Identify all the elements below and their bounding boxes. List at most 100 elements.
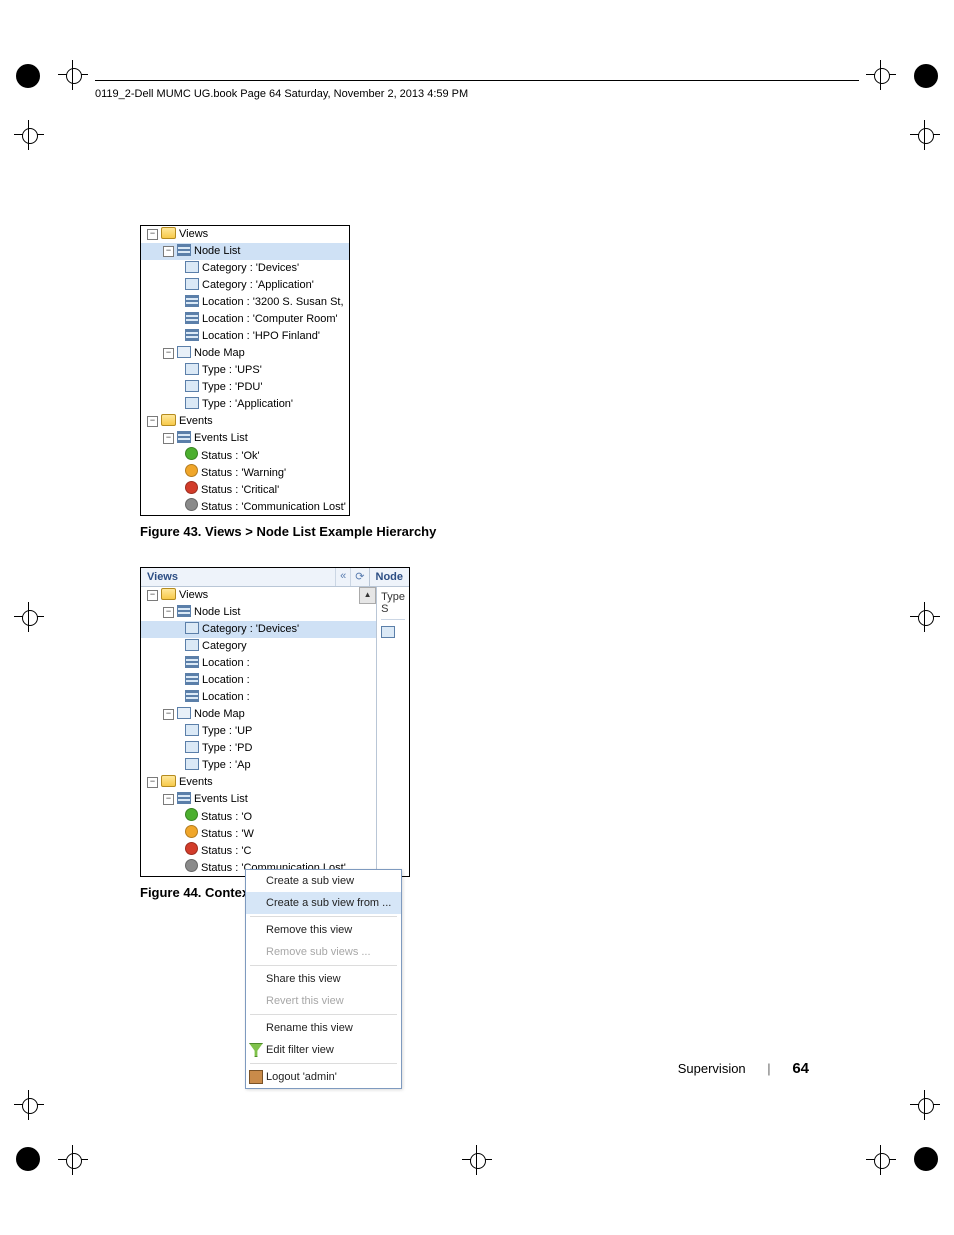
tree-item[interactable]: Status : 'O <box>141 808 376 825</box>
tree-item[interactable]: Location : 'HPO Finland' <box>141 328 349 345</box>
tree-item[interactable]: Location : <box>141 672 376 689</box>
tree-item-events[interactable]: −Events <box>141 774 376 791</box>
status-critical-icon <box>185 481 198 494</box>
menu-rename-this-view[interactable]: Rename this view <box>246 1017 401 1039</box>
registration-target <box>866 60 896 90</box>
tree-item[interactable]: Type : 'PDU' <box>141 379 349 396</box>
context-menu: Create a sub view Create a sub view from… <box>245 869 402 1089</box>
status-warning-icon <box>185 825 198 838</box>
tree-item[interactable]: Category : 'Devices' <box>141 260 349 277</box>
panel-title-node: Node <box>369 568 410 586</box>
menu-create-sub-view-from[interactable]: Create a sub view from ... <box>246 892 401 914</box>
panel-title-views: Views <box>141 568 335 586</box>
collapse-icon[interactable]: − <box>163 607 174 618</box>
collapse-icon[interactable]: − <box>163 348 174 359</box>
tree-item[interactable]: Location : 'Computer Room' <box>141 311 349 328</box>
tree-item[interactable]: Status : 'Ok' <box>141 447 349 464</box>
tree-item[interactable]: Type : 'Application' <box>141 396 349 413</box>
tree-item[interactable]: Status : 'Critical' <box>141 481 349 498</box>
tree-item-node-map[interactable]: −Node Map <box>141 345 349 362</box>
location-icon <box>185 329 199 341</box>
book-header: 0119_2-Dell MUMC UG.book Page 64 Saturda… <box>95 88 468 100</box>
tree-item-events-list[interactable]: −Events List <box>141 791 376 808</box>
tree-item-views[interactable]: −Views <box>141 226 349 243</box>
menu-revert-this-view: Revert this view <box>246 990 401 1012</box>
category-icon <box>185 278 199 290</box>
location-icon <box>185 312 199 324</box>
list-icon <box>177 605 191 617</box>
tree-item[interactable]: Status : 'C <box>141 842 376 859</box>
tree-item[interactable]: Type : 'PD <box>141 740 376 757</box>
list-icon <box>177 431 191 443</box>
tree-item-node-map[interactable]: −Node Map <box>141 706 376 723</box>
collapse-icon[interactable]: − <box>163 246 174 257</box>
location-icon <box>185 295 199 307</box>
type-icon <box>185 380 199 392</box>
registration-target <box>14 120 44 150</box>
registration-circle <box>16 1147 40 1171</box>
tree-item[interactable]: Status : 'Warning' <box>141 464 349 481</box>
map-icon <box>177 707 191 719</box>
tree-item-events-list[interactable]: −Events List <box>141 430 349 447</box>
menu-share-this-view[interactable]: Share this view <box>246 968 401 990</box>
status-lost-icon <box>185 859 198 872</box>
type-icon <box>185 724 199 736</box>
location-icon <box>185 690 199 702</box>
tree-item[interactable]: Category : 'Devices' <box>141 621 376 638</box>
collapse-icon[interactable]: − <box>163 433 174 444</box>
category-icon <box>185 639 199 651</box>
menu-remove-sub-views: Remove sub views ... <box>246 941 401 963</box>
registration-target <box>58 60 88 90</box>
tree-item[interactable]: Location : <box>141 689 376 706</box>
collapse-icon[interactable]: − <box>147 590 158 601</box>
tree-item[interactable]: Status : 'W <box>141 825 376 842</box>
tree-item-views[interactable]: −Views <box>141 587 376 604</box>
location-icon <box>185 673 199 685</box>
tree-item-node-list[interactable]: −Node List <box>141 243 349 260</box>
collapse-icon[interactable]: − <box>163 794 174 805</box>
panel-tool-refresh[interactable]: ⟳ <box>350 568 368 586</box>
panel-tool-collapse[interactable]: « <box>335 568 350 586</box>
folder-icon <box>161 775 176 787</box>
door-icon <box>249 1070 263 1084</box>
status-ok-icon <box>185 447 198 460</box>
menu-separator <box>250 1014 397 1015</box>
menu-logout[interactable]: Logout 'admin' <box>246 1066 401 1088</box>
figure-43-caption: Figure 43. Views > Node List Example Hie… <box>140 524 810 539</box>
list-icon <box>177 244 191 256</box>
menu-separator <box>250 1063 397 1064</box>
header-rule <box>95 80 859 81</box>
tree-item[interactable]: Type : 'UP <box>141 723 376 740</box>
tree-item-events[interactable]: −Events <box>141 413 349 430</box>
registration-target <box>462 1145 492 1175</box>
menu-separator <box>250 965 397 966</box>
status-critical-icon <box>185 842 198 855</box>
registration-target <box>910 120 940 150</box>
tree-item[interactable]: Location : '3200 S. Susan St, <box>141 294 349 311</box>
tree-item[interactable]: Type : 'UPS' <box>141 362 349 379</box>
list-icon <box>177 792 191 804</box>
tree-item[interactable]: Location : <box>141 655 376 672</box>
category-icon <box>185 261 199 273</box>
tree-item[interactable]: Category <box>141 638 376 655</box>
menu-remove-this-view[interactable]: Remove this view <box>246 919 401 941</box>
registration-target <box>910 1090 940 1120</box>
menu-edit-filter-view[interactable]: Edit filter view <box>246 1039 401 1061</box>
collapse-icon[interactable]: − <box>147 777 158 788</box>
menu-create-sub-view[interactable]: Create a sub view <box>246 870 401 892</box>
collapse-icon[interactable]: − <box>163 709 174 720</box>
registration-target <box>58 1145 88 1175</box>
registration-circle <box>914 64 938 88</box>
type-icon <box>185 397 199 409</box>
registration-target <box>14 602 44 632</box>
collapse-icon[interactable]: − <box>147 416 158 427</box>
tree-item[interactable]: Status : 'Communication Lost' <box>141 498 349 515</box>
scroll-up-button[interactable]: ▲ <box>359 587 376 604</box>
registration-target <box>910 602 940 632</box>
tree-item-node-list[interactable]: −Node List <box>141 604 376 621</box>
tree-item[interactable]: Category : 'Application' <box>141 277 349 294</box>
collapse-icon[interactable]: − <box>147 229 158 240</box>
tree-item[interactable]: Type : 'Ap <box>141 757 376 774</box>
status-warning-icon <box>185 464 198 477</box>
folder-icon <box>161 414 176 426</box>
